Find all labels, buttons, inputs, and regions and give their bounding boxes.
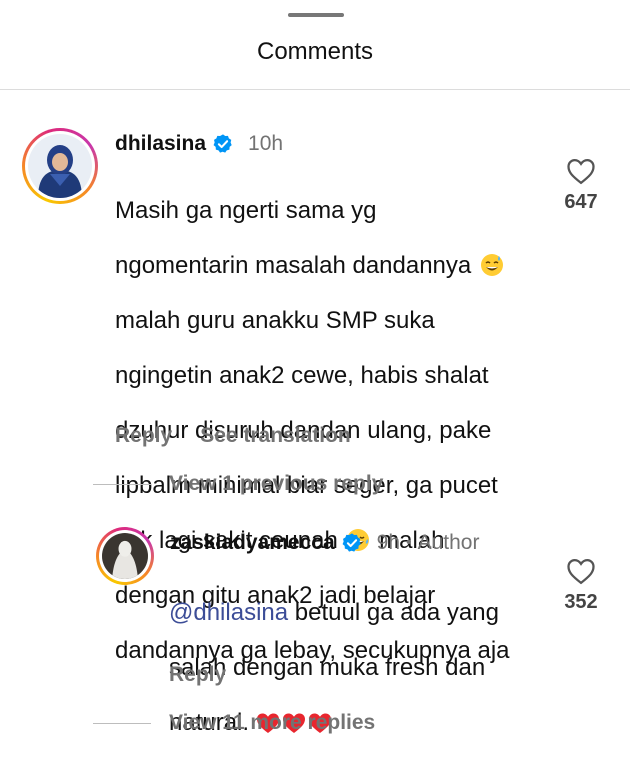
heart-icon[interactable]	[566, 157, 596, 185]
like-count: 352	[564, 591, 598, 613]
username[interactable]: zaskiadyamecca	[170, 531, 335, 555]
reply-button[interactable]: Reply	[115, 424, 172, 448]
view-previous-replies[interactable]: View 1 previous reply	[93, 472, 383, 496]
author-badge: Author	[417, 531, 480, 554]
comment-time: 10h	[248, 132, 284, 155]
comment-line-text: ngomentarin masalah dandannya	[115, 251, 472, 279]
separator-dot: •	[406, 534, 412, 551]
comments-sheet: Comments dhilasina 10h Masih ga ngerti s…	[0, 0, 630, 760]
thread-line	[93, 483, 151, 485]
heart-icon[interactable]	[566, 557, 596, 585]
reply-meta: zaskiadyamecca 9h • Author	[170, 531, 479, 555]
comment-line: malah guru anakku SMP suka	[115, 306, 435, 334]
verified-badge-icon	[212, 133, 234, 155]
comment-meta: dhilasina 10h	[115, 132, 283, 156]
reply-like-control: 352	[551, 557, 611, 614]
reply-avatar[interactable]	[96, 527, 154, 585]
avatar[interactable]	[22, 128, 98, 204]
view-more-label: View 11 more replies	[169, 711, 376, 734]
sweat-smile-emoji-icon	[480, 253, 504, 277]
verified-badge-icon	[341, 532, 363, 554]
comment-line: ngingetin anak2 cewe, habis shalat	[115, 361, 489, 389]
reply-time: 9h	[376, 531, 400, 554]
header-divider	[0, 89, 630, 90]
like-count: 647	[564, 191, 598, 213]
reply-line-text: betuul ga ada yang	[294, 598, 499, 626]
username[interactable]: dhilasina	[115, 132, 206, 156]
see-translation-button[interactable]: See translation	[200, 424, 351, 448]
comment-line: ngomentarin masalah dandannya	[115, 252, 545, 280]
view-previous-label: View 1 previous reply	[169, 472, 384, 495]
comment-actions: Reply See translation	[115, 424, 351, 448]
reply-button[interactable]: Reply	[169, 663, 226, 687]
drag-handle[interactable]	[288, 13, 344, 17]
avatar-photo	[102, 533, 148, 579]
view-more-replies[interactable]: View 11 more replies	[93, 711, 375, 735]
thread-line	[93, 722, 151, 724]
reply-line: @dhilasina betuul ga ada yang	[169, 599, 549, 627]
mention-link[interactable]: @dhilasina	[169, 599, 288, 626]
page-title: Comments	[256, 38, 374, 65]
comment-line: Masih ga ngerti sama yg	[115, 196, 377, 224]
like-control: 647	[551, 157, 611, 214]
avatar-photo	[28, 134, 92, 198]
reply-actions: Reply	[169, 663, 226, 687]
